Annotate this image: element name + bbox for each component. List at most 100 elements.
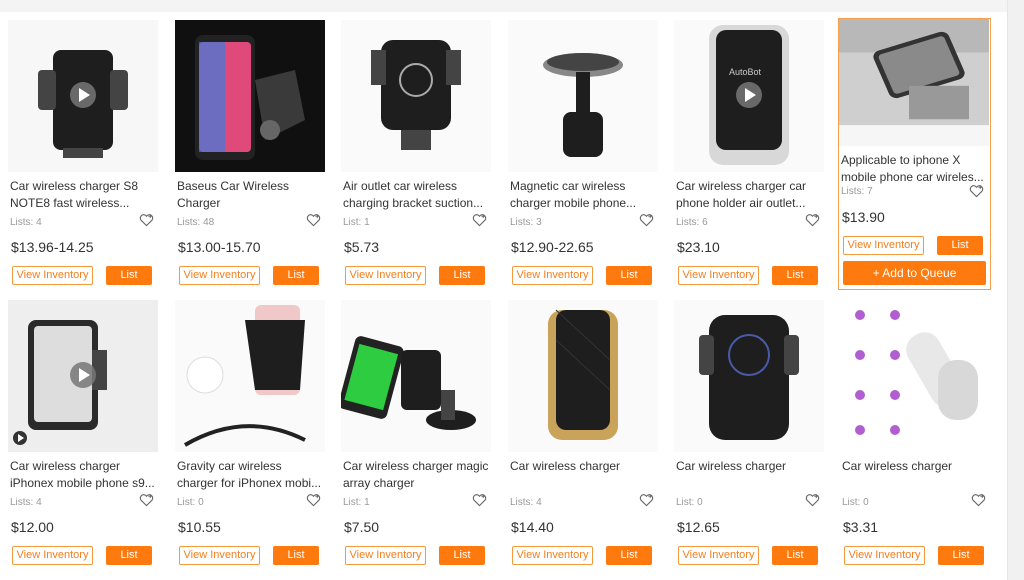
product-list-count: List: 1 <box>343 497 370 508</box>
product-card[interactable]: Magnetic car wireless charger mobile pho… <box>508 20 660 302</box>
product-image[interactable] <box>508 20 658 172</box>
add-favorite-icon[interactable] <box>805 213 820 227</box>
list-button[interactable]: List <box>937 236 983 255</box>
product-title[interactable]: Car wireless charger <box>676 458 822 492</box>
add-to-queue-button[interactable]: + Add to Queue <box>843 261 986 285</box>
product-list-count: List: 0 <box>177 497 204 508</box>
svg-text:AutoBot: AutoBot <box>729 67 762 77</box>
product-price: $5.73 <box>344 239 380 255</box>
add-favorite-icon[interactable] <box>971 493 986 507</box>
product-image[interactable] <box>8 300 158 452</box>
view-inventory-button[interactable]: View Inventory <box>678 266 759 285</box>
product-card[interactable]: Baseus Car Wireless Charger Lists: 48 $1… <box>175 20 327 302</box>
view-inventory-button[interactable]: View Inventory <box>179 266 260 285</box>
add-favorite-icon[interactable] <box>306 213 321 227</box>
product-image[interactable] <box>840 300 990 452</box>
product-title[interactable]: Car wireless charger magic array charger <box>343 458 489 492</box>
product-list-count: Lists: 6 <box>676 217 708 228</box>
product-price: $3.31 <box>843 519 879 535</box>
product-list-count: Lists: 4 <box>10 497 42 508</box>
top-strip <box>0 0 1024 12</box>
view-inventory-button[interactable]: View Inventory <box>345 546 426 565</box>
product-image[interactable] <box>839 19 989 146</box>
product-card[interactable]: Car wireless charger List: 0 $12.65 View… <box>674 300 826 580</box>
product-image[interactable] <box>341 20 491 172</box>
product-image[interactable] <box>175 300 325 452</box>
view-inventory-button[interactable]: View Inventory <box>12 266 93 285</box>
product-list-count: Lists: 48 <box>177 217 215 228</box>
product-title[interactable]: Magnetic car wireless charger mobile pho… <box>510 178 656 212</box>
list-button[interactable]: List <box>273 266 319 285</box>
product-card[interactable]: Gravity car wireless charger for iPhonex… <box>175 300 327 580</box>
product-list-count: Lists: 3 <box>510 217 542 228</box>
product-card[interactable]: Car wireless charger S8 NOTE8 fast wirel… <box>8 20 160 302</box>
product-list-count: List: 0 <box>676 497 703 508</box>
product-image[interactable] <box>175 20 325 172</box>
add-favorite-icon[interactable] <box>969 184 984 198</box>
add-favorite-icon[interactable] <box>639 493 654 507</box>
add-favorite-icon[interactable] <box>472 213 487 227</box>
product-image[interactable] <box>8 20 158 172</box>
product-list-count: Lists: 4 <box>10 217 42 228</box>
list-button[interactable]: List <box>106 546 152 565</box>
product-title[interactable]: Applicable to iphone X mobile phone car … <box>841 152 987 186</box>
product-card[interactable]: Air outlet car wireless charging bracket… <box>341 20 493 302</box>
product-price: $13.90 <box>842 209 885 225</box>
product-card[interactable]: Car wireless charger List: 0 $3.31 View … <box>840 300 992 580</box>
list-button[interactable]: List <box>273 546 319 565</box>
product-image[interactable] <box>674 300 824 452</box>
view-inventory-button[interactable]: View Inventory <box>345 266 426 285</box>
add-favorite-icon[interactable] <box>139 493 154 507</box>
product-title[interactable]: Car wireless charger <box>510 458 656 492</box>
list-button[interactable]: List <box>772 266 818 285</box>
product-list-count: List: 1 <box>343 217 370 228</box>
list-button[interactable]: List <box>439 546 485 565</box>
product-price: $13.00-15.70 <box>178 239 261 255</box>
add-favorite-icon[interactable] <box>805 493 820 507</box>
product-price: $12.00 <box>11 519 54 535</box>
add-favorite-icon[interactable] <box>139 213 154 227</box>
view-inventory-button[interactable]: View Inventory <box>844 546 925 565</box>
list-button[interactable]: List <box>772 546 818 565</box>
list-button[interactable]: List <box>439 266 485 285</box>
add-favorite-icon[interactable] <box>639 213 654 227</box>
list-button[interactable]: List <box>938 546 984 565</box>
add-favorite-icon[interactable] <box>472 493 487 507</box>
view-inventory-button[interactable]: View Inventory <box>12 546 93 565</box>
view-inventory-button[interactable]: View Inventory <box>179 546 260 565</box>
product-image[interactable] <box>508 300 658 452</box>
product-price: $13.96-14.25 <box>11 239 94 255</box>
product-card[interactable]: Car wireless charger Lists: 4 $14.40 Vie… <box>508 300 660 580</box>
list-button[interactable]: List <box>106 266 152 285</box>
product-price: $7.50 <box>344 519 380 535</box>
product-title[interactable]: Gravity car wireless charger for iPhonex… <box>177 458 323 492</box>
product-title[interactable]: Baseus Car Wireless Charger <box>177 178 323 212</box>
view-inventory-button[interactable]: View Inventory <box>512 546 593 565</box>
view-inventory-button[interactable]: View Inventory <box>512 266 593 285</box>
add-favorite-icon[interactable] <box>306 493 321 507</box>
view-inventory-button[interactable]: View Inventory <box>843 236 924 255</box>
product-price: $14.40 <box>511 519 554 535</box>
product-card[interactable]: Car wireless charger magic array charger… <box>341 300 493 580</box>
scrollbar[interactable] <box>1007 0 1024 580</box>
product-card[interactable]: Applicable to iphone X mobile phone car … <box>838 18 991 290</box>
list-button[interactable]: List <box>606 546 652 565</box>
product-title[interactable]: Car wireless charger iPhonex mobile phon… <box>10 458 156 492</box>
product-card[interactable]: AutoBot Car wireless charger car phone h… <box>674 20 826 302</box>
product-title[interactable]: Car wireless charger car phone holder ai… <box>676 178 822 212</box>
product-list-count: Lists: 7 <box>841 186 873 197</box>
product-price: $10.55 <box>178 519 221 535</box>
product-image[interactable]: AutoBot <box>674 20 824 172</box>
product-title[interactable]: Car wireless charger S8 NOTE8 fast wirel… <box>10 178 156 212</box>
product-list-count: Lists: 4 <box>510 497 542 508</box>
product-price: $12.90-22.65 <box>511 239 594 255</box>
product-price: $12.65 <box>677 519 720 535</box>
list-button[interactable]: List <box>606 266 652 285</box>
product-card[interactable]: Car wireless charger iPhonex mobile phon… <box>8 300 160 580</box>
product-price: $23.10 <box>677 239 720 255</box>
product-list-count: List: 0 <box>842 497 869 508</box>
product-title[interactable]: Air outlet car wireless charging bracket… <box>343 178 489 212</box>
product-image[interactable] <box>341 300 491 452</box>
product-title[interactable]: Car wireless charger <box>842 458 988 492</box>
view-inventory-button[interactable]: View Inventory <box>678 546 759 565</box>
